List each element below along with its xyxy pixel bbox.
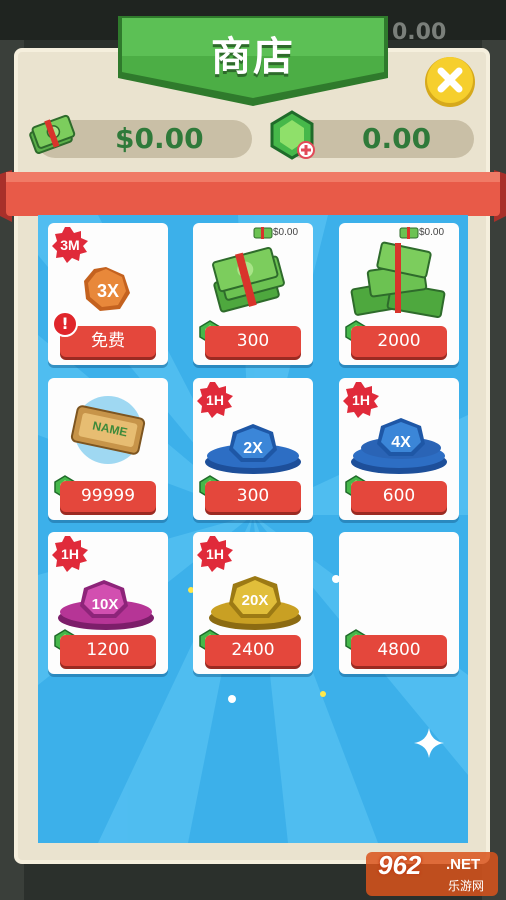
alert-icon: ! [52,311,78,337]
boost-label: 3X [96,281,120,301]
background-value: 0.00 [392,20,447,45]
shop-item-card[interactable]: 1H 10X 1200 [48,532,168,674]
duration-badge: 1H [61,546,79,562]
boost-label: 20X [241,592,269,609]
buy-button[interactable]: 2000 [351,326,447,357]
reward-amount: $0.00 [419,227,445,238]
buy-button[interactable]: 4800 [351,635,447,666]
boost-label: 10X [91,596,119,613]
shop-item-card[interactable]: 4800 [339,532,459,674]
boost-label: 2X [243,440,263,457]
shop-item-card[interactable]: 1H 20X 2400 [193,532,313,674]
buy-button[interactable]: 2400 [205,635,301,666]
watermark-number: 962 [378,850,422,880]
sparkle-star-icon [414,728,444,758]
shop-item-card[interactable]: 1H 2X 300 [193,378,313,520]
shop-item-card[interactable]: $0.00 2000 [339,223,459,365]
cash-icon [29,114,76,154]
shop-item-card[interactable]: NAME 99999 [48,378,168,520]
buy-button[interactable]: 600 [351,481,447,512]
watermark-suffix: .NET [446,856,481,873]
buy-button[interactable]: 1200 [60,635,156,666]
sparkle-dot [320,691,326,697]
sparkle-dot [228,695,236,703]
shop-item-card[interactable]: 1H 4X 600 [339,378,459,520]
boost-label: 4X [391,434,411,451]
duration-badge: 1H [206,392,224,408]
cash-balance: $0.00 [115,122,204,155]
shop-item-card[interactable]: 3X 3M 免费 ! [48,223,168,365]
gem-balance: 0.00 [362,122,432,155]
shop-item-card[interactable]: $0.00 300 [193,223,313,365]
buy-button[interactable]: 300 [205,326,301,357]
reward-amount: $0.00 [273,227,299,238]
cash-icon [253,227,273,239]
duration-badge: 1H [206,546,224,562]
duration-badge: 3M [60,237,80,253]
watermark-cn: 乐游网 [448,879,485,893]
buy-button[interactable]: 99999 [60,481,156,512]
duration-badge: 1H [352,392,370,408]
close-icon[interactable] [424,56,476,108]
page-title: 商店 [211,34,295,80]
cash-icon [399,227,419,239]
gem-add-icon[interactable] [268,110,316,162]
buy-button[interactable]: 300 [205,481,301,512]
